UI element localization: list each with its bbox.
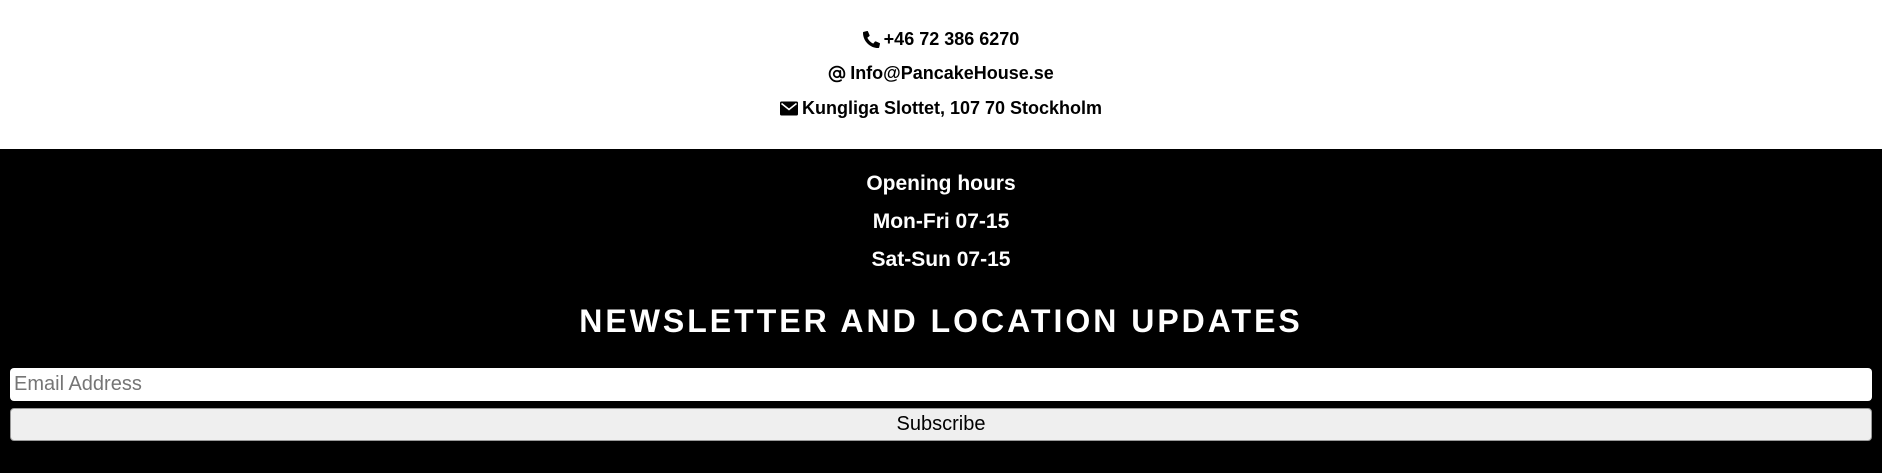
phone-icon bbox=[862, 30, 880, 48]
weekend-hours: Sat-Sun 07-15 bbox=[871, 248, 1011, 271]
envelope-icon bbox=[779, 101, 798, 116]
email-address: Info@PancakeHouse.se bbox=[850, 63, 1054, 84]
street-address: Kungliga Slottet, 107 70 Stockholm bbox=[801, 97, 1103, 118]
at-icon bbox=[828, 65, 846, 83]
newsletter-title: NEWSLETTER AND LOCATION UPDATES bbox=[579, 303, 1303, 339]
opening-hours-section: Opening hours Mon-Fri 07-15 Sat-Sun 07-1… bbox=[0, 149, 1882, 279]
contact-section: +46 72 386 6270 Info@PancakeHouse.se Kun… bbox=[0, 0, 1882, 149]
subscribe-button[interactable]: Subscribe bbox=[10, 408, 1872, 441]
email-input[interactable] bbox=[10, 368, 1872, 401]
address-line: Kungliga Slottet, 107 70 Stockholm bbox=[0, 91, 1882, 126]
phone-line: +46 72 386 6270 bbox=[0, 22, 1882, 57]
email-line: Info@PancakeHouse.se bbox=[0, 57, 1882, 92]
newsletter-form: Subscribe bbox=[0, 368, 1882, 441]
phone-number: +46 72 386 6270 bbox=[883, 28, 1020, 49]
opening-hours-title: Opening hours bbox=[866, 172, 1016, 195]
weekday-hours: Mon-Fri 07-15 bbox=[872, 210, 1010, 233]
